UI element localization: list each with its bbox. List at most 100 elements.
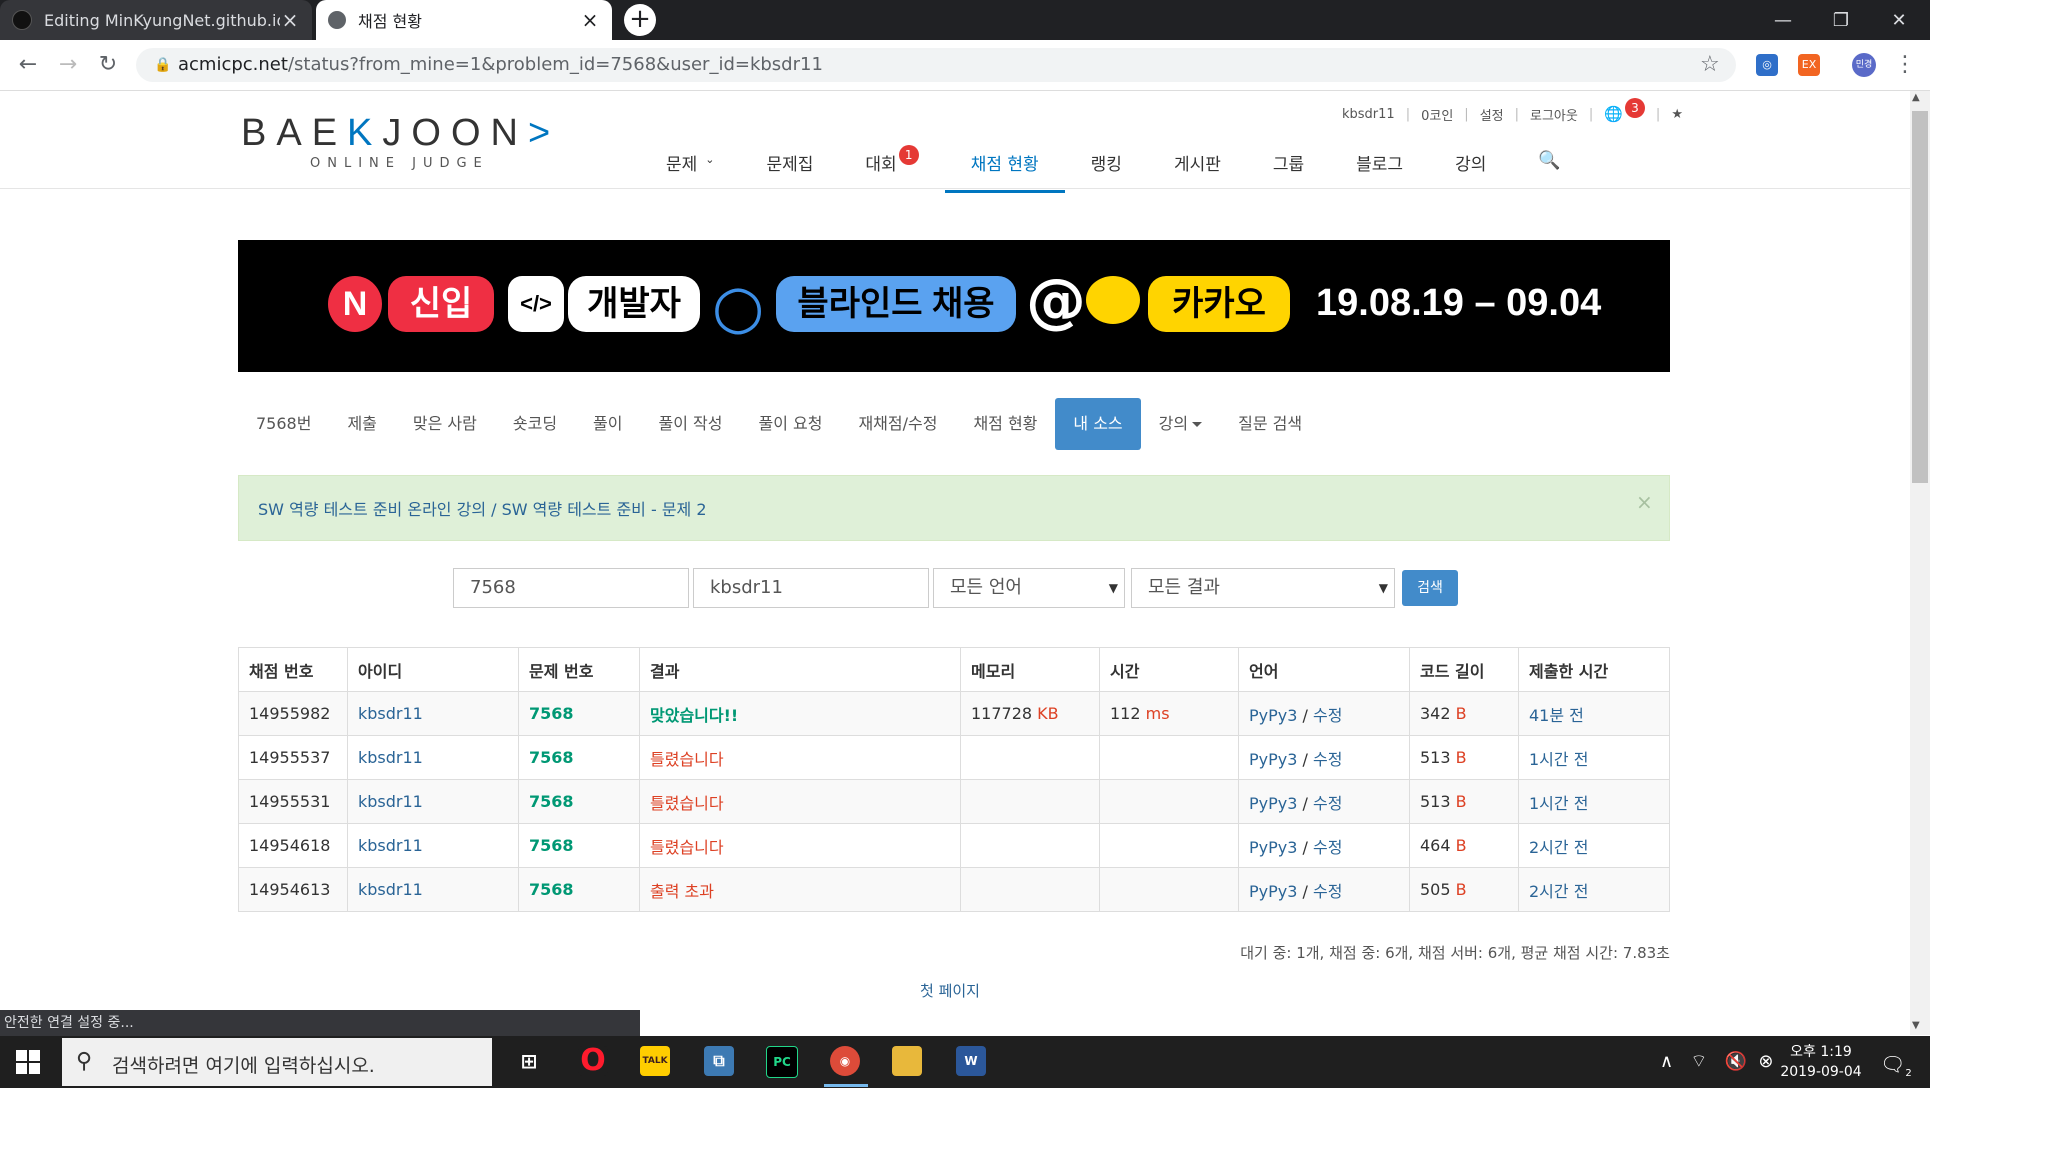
url-text[interactable]: acmicpc.net/status?from_mine=1&problem_i…: [178, 54, 823, 75]
python-icon[interactable]: ⧉: [704, 1046, 734, 1076]
user-link[interactable]: kbsdr11: [358, 748, 423, 767]
nav-lecture[interactable]: 강의: [1429, 150, 1512, 190]
search-icon[interactable]: 🔍: [1512, 150, 1586, 190]
bookmark-star-icon[interactable]: ☆: [1700, 52, 1720, 77]
nav-board[interactable]: 게시판: [1148, 150, 1247, 190]
problem-link[interactable]: SW 역량 테스트 준비 - 문제 2: [502, 500, 707, 519]
coin-link[interactable]: 0코인: [1421, 105, 1453, 124]
submitted-time-link[interactable]: 1시간 전: [1529, 750, 1588, 769]
word-icon[interactable]: W: [956, 1046, 986, 1076]
logout-link[interactable]: 로그아웃: [1530, 105, 1578, 124]
subtab-problem[interactable]: 7568번: [238, 398, 329, 450]
wifi-icon[interactable]: ⌔: [1690, 1051, 1707, 1072]
edit-link[interactable]: 수정: [1313, 794, 1342, 813]
nav-workbook[interactable]: 문제집: [741, 150, 840, 190]
edit-link[interactable]: 수정: [1313, 750, 1342, 769]
subtab-shortcoding[interactable]: 숏코딩: [495, 398, 575, 450]
user-link[interactable]: kbsdr11: [358, 792, 423, 811]
submitted-time-link[interactable]: 41분 전: [1529, 706, 1584, 725]
close-icon[interactable]: ×: [580, 8, 600, 32]
mute-icon[interactable]: 🔇: [1724, 1051, 1746, 1072]
subtab-my-source[interactable]: 내 소스: [1055, 398, 1141, 450]
profile-avatar[interactable]: 민경: [1852, 53, 1876, 77]
subtab-questions[interactable]: 질문 검색: [1220, 398, 1320, 450]
subtab-accepted[interactable]: 맞은 사람: [395, 398, 495, 450]
edit-link[interactable]: 수정: [1313, 838, 1342, 857]
scroll-down-icon[interactable]: ▼: [1912, 1020, 1920, 1031]
problem-link[interactable]: 7568: [529, 704, 574, 723]
tab-status[interactable]: 채점 현황 ×: [316, 0, 612, 40]
result-select[interactable]: 모든 결과 ▼: [1131, 568, 1395, 608]
star-icon[interactable]: ★: [1671, 107, 1683, 122]
globe-icon[interactable]: 🌐: [1604, 105, 1623, 123]
reload-icon[interactable]: ↻: [90, 50, 126, 80]
site-logo[interactable]: BAEKJOON>: [241, 112, 560, 155]
language-link[interactable]: PyPy3: [1249, 882, 1297, 901]
clock-date[interactable]: 2019-09-04: [1778, 1064, 1864, 1080]
maximize-button[interactable]: ❐: [1812, 0, 1870, 40]
lock-icon[interactable]: 🔒: [154, 57, 171, 73]
course-link[interactable]: SW 역량 테스트 준비 온라인 강의: [258, 500, 486, 519]
clock-time[interactable]: 오후 1:19: [1786, 1041, 1856, 1061]
disconnect-icon[interactable]: ⊗: [1758, 1051, 1773, 1072]
language-link[interactable]: PyPy3: [1249, 706, 1297, 725]
first-page-link[interactable]: 첫 페이지: [920, 980, 980, 1001]
user-link[interactable]: kbsdr11: [358, 836, 423, 855]
language-link[interactable]: PyPy3: [1249, 794, 1297, 813]
problem-link[interactable]: 7568: [529, 880, 574, 899]
nav-group[interactable]: 그룹: [1247, 150, 1330, 190]
subtab-status[interactable]: 채점 현황: [955, 398, 1055, 450]
forward-icon[interactable]: →: [50, 50, 86, 80]
problem-id-input[interactable]: 7568: [453, 568, 689, 608]
problem-link[interactable]: 7568: [529, 748, 574, 767]
minimize-button[interactable]: —: [1754, 0, 1812, 40]
kakaotalk-icon[interactable]: TALK: [640, 1046, 670, 1076]
scroll-up-icon[interactable]: ▲: [1912, 92, 1920, 103]
new-tab-button[interactable]: +: [624, 4, 656, 36]
language-link[interactable]: PyPy3: [1249, 838, 1297, 857]
tab-editing[interactable]: Editing MinKyungNet.github.io/ ×: [0, 0, 312, 40]
username-link[interactable]: kbsdr11: [1342, 107, 1395, 122]
edit-link[interactable]: 수정: [1313, 882, 1342, 901]
edit-link[interactable]: 수정: [1313, 706, 1342, 725]
close-icon[interactable]: ×: [280, 8, 300, 32]
user-link[interactable]: kbsdr11: [358, 880, 423, 899]
chrome-icon[interactable]: ◉: [830, 1046, 860, 1076]
language-link[interactable]: PyPy3: [1249, 750, 1297, 769]
submitted-time-link[interactable]: 2시간 전: [1529, 882, 1588, 901]
nav-ranking[interactable]: 랭킹: [1065, 150, 1148, 190]
subtab-request-solution[interactable]: 풀이 요청: [740, 398, 840, 450]
pycharm-icon[interactable]: PC: [766, 1046, 798, 1078]
scrollbar-thumb[interactable]: [1912, 111, 1928, 483]
user-id-input[interactable]: kbsdr11: [693, 568, 929, 608]
nav-problems[interactable]: 문제 ⌄: [640, 150, 741, 190]
nav-status[interactable]: 채점 현황: [944, 150, 1065, 193]
nav-blog[interactable]: 블로그: [1330, 150, 1429, 190]
problem-link[interactable]: 7568: [529, 792, 574, 811]
settings-link[interactable]: 설정: [1480, 105, 1504, 124]
submitted-time-link[interactable]: 2시간 전: [1529, 838, 1588, 857]
problem-link[interactable]: 7568: [529, 836, 574, 855]
subtab-rejudge[interactable]: 재채점/수정: [840, 398, 955, 450]
task-view-icon[interactable]: ⊞: [514, 1046, 544, 1076]
notification-center-icon[interactable]: 🗨2: [1880, 1052, 1912, 1079]
more-menu-icon[interactable]: ⋮: [1894, 52, 1916, 77]
subtab-submit[interactable]: 제출: [329, 398, 394, 450]
file-explorer-icon[interactable]: [892, 1046, 922, 1076]
search-button[interactable]: 검색: [1402, 570, 1458, 606]
nav-contest[interactable]: 대회 1: [839, 145, 944, 190]
submitted-time-link[interactable]: 1시간 전: [1529, 794, 1588, 813]
back-icon[interactable]: ←: [10, 50, 46, 80]
close-icon[interactable]: ×: [1636, 490, 1653, 514]
opera-icon[interactable]: O: [578, 1046, 608, 1076]
extension-ex-icon[interactable]: EX: [1798, 54, 1820, 76]
windows-start-icon[interactable]: [16, 1050, 40, 1074]
close-window-button[interactable]: ✕: [1870, 0, 1928, 40]
language-select[interactable]: 모든 언어 ▼: [933, 568, 1125, 608]
user-link[interactable]: kbsdr11: [358, 704, 423, 723]
extension-icon[interactable]: ◎: [1756, 54, 1778, 76]
subtab-write-solution[interactable]: 풀이 작성: [641, 398, 741, 450]
chevron-up-icon[interactable]: ∧: [1660, 1051, 1673, 1072]
subtab-lecture[interactable]: 강의: [1141, 398, 1220, 450]
subtab-solution[interactable]: 풀이: [575, 398, 640, 450]
